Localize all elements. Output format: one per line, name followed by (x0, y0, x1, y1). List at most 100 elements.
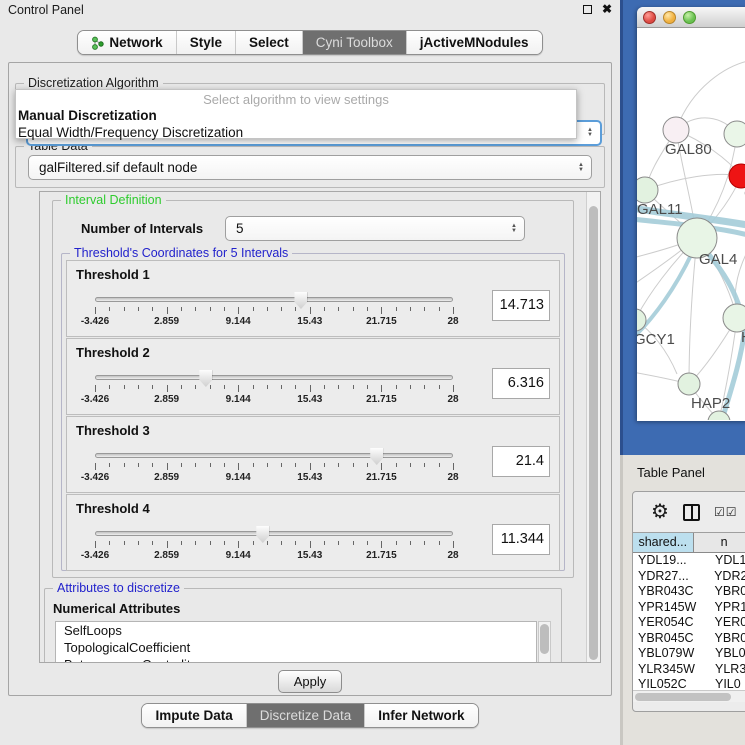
tick-label: 9.144 (226, 472, 251, 483)
cell-shared-name[interactable]: YBL079W (633, 646, 709, 662)
cell-name[interactable]: YBR0 (709, 584, 745, 600)
tab-impute-data[interactable]: Impute Data (142, 704, 246, 727)
cell-shared-name[interactable]: YLR345W (633, 662, 709, 678)
tab-label: Discretize Data (260, 708, 352, 723)
tab-select[interactable]: Select (236, 31, 303, 54)
tab-network[interactable]: Network (78, 31, 176, 54)
control-panel-titlebar: Control Panel ✖ (0, 0, 620, 19)
cell-name[interactable]: YLR3 (709, 662, 745, 678)
tab-cyni-toolbox[interactable]: Cyni Toolbox (303, 31, 407, 54)
attribute-list-item[interactable]: SelfLoops (56, 622, 536, 639)
column-header-name[interactable]: n (694, 533, 745, 553)
cell-shared-name[interactable]: YBR045C (633, 631, 709, 647)
columns-icon[interactable] (683, 504, 700, 521)
threshold-slider[interactable]: -3.4262.8599.14415.4321.71528 (95, 453, 453, 484)
number-of-intervals-label: Number of Intervals (81, 221, 203, 236)
tab-infer-network[interactable]: Infer Network (365, 704, 477, 727)
tick-label: 9.144 (226, 550, 251, 561)
threshold-label: Threshold 2 (76, 345, 150, 360)
cell-name[interactable]: YDR2 (708, 569, 745, 585)
column-header-shared[interactable]: shared... (633, 533, 694, 553)
float-icon[interactable] (583, 5, 592, 14)
tab-label: Cyni Toolbox (316, 35, 393, 50)
tab-label: Impute Data (155, 708, 232, 723)
tick-label: 28 (447, 316, 458, 327)
threshold-value-field[interactable]: 14.713 (492, 290, 550, 321)
table-row[interactable]: YER054CYER0 (633, 615, 745, 631)
threshold-value-field[interactable]: 11.344 (492, 524, 550, 555)
cell-name[interactable]: YBL0 (709, 646, 745, 662)
control-panel: Control Panel ✖ NetworkStyleSelect Cyni T… (0, 0, 620, 745)
window-minimize-icon[interactable] (663, 11, 676, 24)
table-data-group: Table Data galFiltered.sif default node … (15, 146, 605, 188)
table-row[interactable]: YBR045CYBR0 (633, 631, 745, 647)
threshold-slider[interactable]: -3.4262.8599.14415.4321.71528 (95, 531, 453, 562)
cell-name[interactable]: YER0 (709, 615, 745, 631)
cell-name[interactable]: YPR1 (709, 600, 745, 616)
close-icon[interactable]: ✖ (602, 5, 612, 14)
cell-shared-name[interactable]: YDL19... (633, 553, 709, 569)
network-node-gal80[interactable] (663, 117, 689, 143)
algorithm-option-manual[interactable]: Manual Discretization (16, 107, 576, 124)
numerical-attributes-list[interactable]: SelfLoopsTopologicalCoefficientBetweenne… (55, 621, 537, 663)
cell-shared-name[interactable]: YER054C (633, 615, 709, 631)
window-close-icon[interactable] (643, 11, 656, 24)
combo-spinner-icon: ▲▼ (578, 163, 584, 173)
table-row[interactable]: YIL052CYIL0 (633, 677, 745, 690)
number-of-intervals-combobox[interactable]: 5 ▲▼ (225, 216, 525, 241)
cell-name[interactable]: YDL1 (709, 553, 745, 569)
table-row[interactable]: YDR27...YDR2 (633, 569, 745, 585)
cell-shared-name[interactable]: YDR27... (633, 569, 708, 585)
network-node-hap2[interactable] (678, 373, 700, 395)
slider-tick-labels: -3.4262.8599.14415.4321.71528 (95, 394, 453, 406)
table-row[interactable]: YBL079WYBL0 (633, 646, 745, 662)
tick-label: 15.43 (297, 472, 322, 483)
gear-icon[interactable]: ⚙ (651, 502, 669, 522)
table-row[interactable]: YDL19...YDL1 (633, 553, 745, 569)
tab-style[interactable]: Style (177, 31, 236, 54)
attributes-scrollbar-thumb[interactable] (540, 624, 549, 654)
algorithm-option-equal-width[interactable]: Equal Width/Frequency Discretization (16, 124, 576, 141)
table-row[interactable]: YLR345WYLR3 (633, 662, 745, 678)
checkbox-icons[interactable]: ☑☑ (714, 505, 738, 519)
table-row[interactable]: YPR145WYPR1 (633, 600, 745, 616)
threshold-slider[interactable]: -3.4262.8599.14415.4321.71528 (95, 375, 453, 406)
table-panel-box: ⚙ ☑☑ shared... n YDL19...YDL1YDR27...YDR… (632, 491, 745, 712)
tab-jactivemnodules[interactable]: jActiveMNodules (407, 31, 542, 54)
slider-track[interactable] (95, 297, 453, 302)
attribute-list-item[interactable]: TopologicalCoefficient (56, 639, 536, 656)
node-attribute-table[interactable]: shared... n YDL19...YDL1YDR27...YDR2YBR0… (633, 532, 745, 690)
network-node-gal11[interactable] (637, 177, 658, 203)
cell-shared-name[interactable]: YBR043C (633, 584, 709, 600)
tick-label: 21.715 (366, 550, 397, 561)
slider-track[interactable] (95, 375, 453, 380)
table-hscroll-thumb[interactable] (635, 693, 731, 701)
cell-name[interactable]: YBR0 (709, 631, 745, 647)
network-window[interactable]: GAL80GACGAL11GAL4GCY1HHAP2 (637, 7, 745, 421)
threshold-value-field[interactable]: 21.4 (492, 446, 550, 477)
threshold-slider[interactable]: -3.4262.8599.14415.4321.71528 (95, 297, 453, 328)
numerical-attributes-heading: Numerical Attributes (53, 601, 180, 616)
tick-label: 28 (447, 472, 458, 483)
network-node-h[interactable] (723, 304, 745, 332)
attribute-list-item[interactable]: BetweennessCentrality (56, 656, 536, 663)
window-zoom-icon[interactable] (683, 11, 696, 24)
network-canvas[interactable]: GAL80GACGAL11GAL4GCY1HHAP2 (637, 28, 745, 420)
tab-discretize-data[interactable]: Discretize Data (247, 704, 366, 727)
apply-button[interactable]: Apply (278, 670, 342, 693)
table-data-combobox[interactable]: galFiltered.sif default node ▲▼ (28, 155, 592, 180)
slider-track[interactable] (95, 453, 453, 458)
cell-shared-name[interactable]: YIL052C (633, 677, 709, 690)
settings-scrollbar-thumb[interactable] (589, 206, 598, 660)
table-horizontal-scrollbar[interactable] (633, 690, 745, 702)
cell-name[interactable]: YIL0 (709, 677, 741, 690)
table-row[interactable]: YBR043CYBR0 (633, 584, 745, 600)
network-node-c[interactable] (729, 164, 745, 188)
attributes-scrollbar[interactable] (538, 621, 551, 663)
settings-vertical-scrollbar[interactable] (586, 192, 600, 662)
threshold-value-field[interactable]: 6.316 (492, 368, 550, 399)
threshold-panel-3: Threshold 3-3.4262.8599.14415.4321.71528… (66, 416, 560, 493)
slider-track[interactable] (95, 531, 453, 536)
cell-shared-name[interactable]: YPR145W (633, 600, 709, 616)
network-node-ga[interactable] (724, 121, 745, 147)
